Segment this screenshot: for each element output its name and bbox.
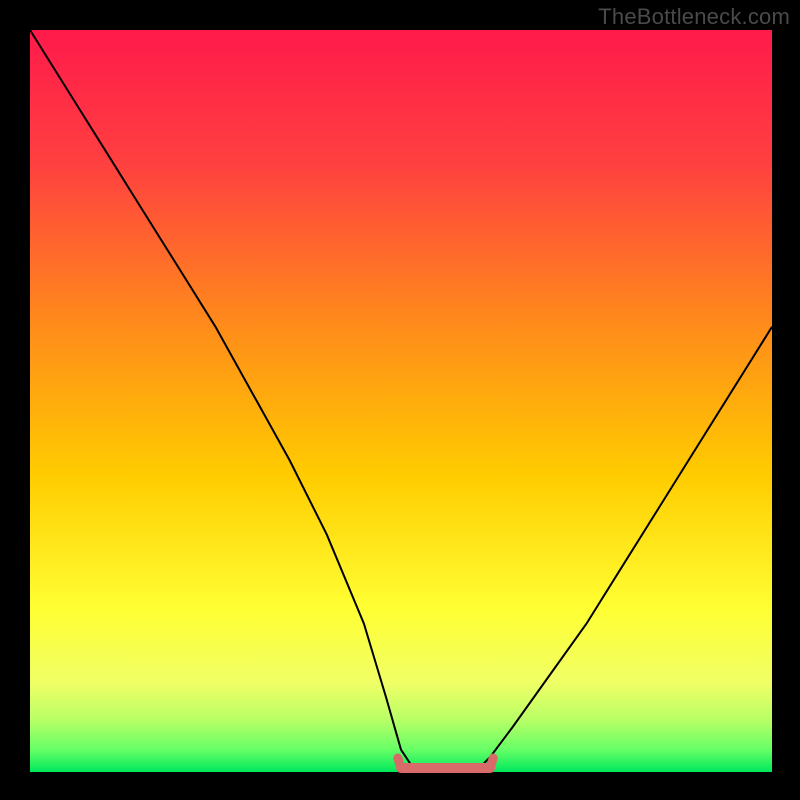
bottleneck-chart — [0, 0, 800, 800]
plot-background — [30, 30, 772, 772]
watermark-text: TheBottleneck.com — [598, 4, 790, 30]
chart-frame: TheBottleneck.com — [0, 0, 800, 800]
